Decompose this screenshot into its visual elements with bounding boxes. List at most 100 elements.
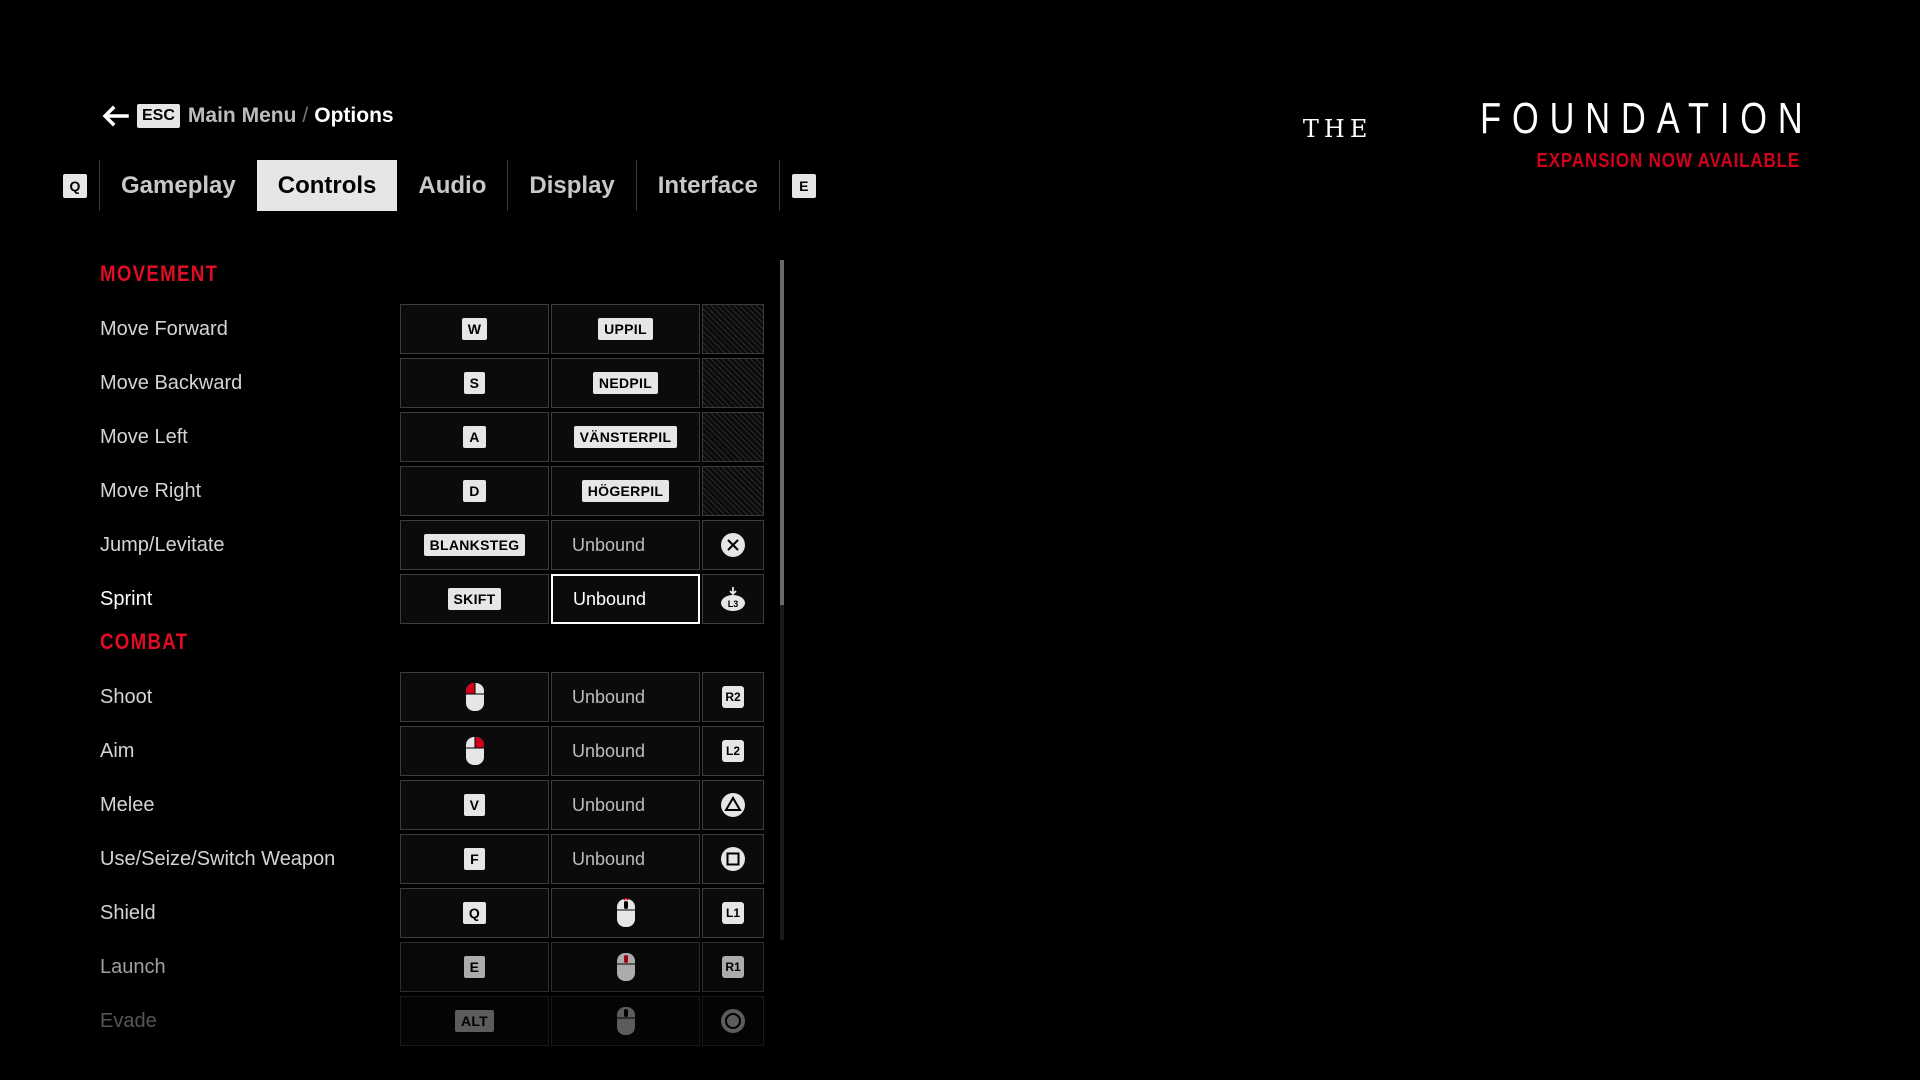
esc-key-hint: ESC <box>137 104 180 128</box>
binding-label: Move Left <box>100 425 188 448</box>
primary-binding[interactable]: SKIFT <box>400 574 549 624</box>
gamepad-binding[interactable]: R2 <box>702 672 764 722</box>
key-cap: V <box>463 794 486 816</box>
binding-label: Sprint <box>100 587 153 610</box>
binding-label: Melee <box>100 793 155 816</box>
primary-binding[interactable] <box>400 672 549 722</box>
game-logo: THE FOUNDATION EXPANSION NOW AVAILABLE <box>1302 96 1803 173</box>
logo-title: FOUNDATION <box>1480 94 1814 143</box>
mouse-left-icon <box>465 682 484 711</box>
breadcrumb-main-menu[interactable]: Main Menu <box>188 104 297 128</box>
key-cap: UPPIL <box>598 318 653 340</box>
primary-binding[interactable]: Q <box>400 888 549 938</box>
primary-binding[interactable]: D <box>400 466 549 516</box>
gamepad-binding[interactable] <box>702 996 764 1046</box>
gamepad-binding[interactable]: L3 <box>702 574 764 624</box>
l3-label: L3 <box>728 599 739 609</box>
binding-row-shoot[interactable]: Shoot Unbound R2 <box>0 672 770 722</box>
back-arrow-icon[interactable] <box>101 104 129 128</box>
binding-label: Shield <box>100 901 156 924</box>
tab-interface[interactable]: Interface <box>637 160 779 211</box>
gamepad-binding[interactable]: L2 <box>702 726 764 776</box>
secondary-binding[interactable]: Unbound <box>551 672 700 722</box>
binding-label: Move Right <box>100 479 202 502</box>
gamepad-binding-disabled <box>702 304 764 354</box>
breadcrumb-current: Options <box>314 104 394 127</box>
primary-binding[interactable]: ALT <box>400 996 549 1046</box>
gamepad-binding-disabled <box>702 358 764 408</box>
mouse-wheel-down-icon <box>616 1007 635 1035</box>
binding-row-evade[interactable]: Evade ALT <box>0 996 770 1046</box>
secondary-binding-selected[interactable]: Unbound <box>551 574 700 624</box>
section-title-movement: MOVEMENT <box>100 261 219 286</box>
prev-tab-key-hint[interactable]: Q <box>63 173 87 198</box>
secondary-binding[interactable]: UPPIL <box>551 304 700 354</box>
binding-row-shield[interactable]: Shield Q L1 <box>0 888 770 938</box>
primary-binding[interactable]: W <box>400 304 549 354</box>
gamepad-binding-disabled <box>702 466 764 516</box>
primary-binding[interactable]: S <box>400 358 549 408</box>
left-stick-press-icon: L3 <box>721 587 745 611</box>
binding-label: Jump/Levitate <box>100 533 225 556</box>
logo-the: THE <box>1302 115 1373 143</box>
tab-audio[interactable]: Audio <box>397 160 507 211</box>
binding-label: Shoot <box>100 685 153 708</box>
gamepad-binding[interactable]: L1 <box>702 888 764 938</box>
primary-binding[interactable]: BLANKSTEG <box>400 520 549 570</box>
key-cap: W <box>461 318 488 340</box>
secondary-binding[interactable]: Unbound <box>551 780 700 830</box>
secondary-binding[interactable]: NEDPIL <box>551 358 700 408</box>
section-title-combat: COMBAT <box>100 629 189 654</box>
binding-row-sprint[interactable]: Sprint SKIFT Unbound L3 <box>0 574 770 624</box>
gamepad-binding[interactable] <box>702 834 764 884</box>
mouse-right-icon <box>465 736 484 765</box>
gamepad-binding[interactable] <box>702 520 764 570</box>
tab-display[interactable]: Display <box>508 160 635 211</box>
binding-row-launch[interactable]: Launch E R1 <box>0 942 770 992</box>
binding-row-move-left[interactable]: Move Left A VÄNSTERPIL <box>0 412 770 462</box>
binding-label: Move Forward <box>100 317 228 340</box>
gamepad-binding[interactable] <box>702 780 764 830</box>
controls-scrollbar[interactable] <box>780 260 784 940</box>
mouse-wheel-click-icon <box>616 953 635 981</box>
binding-label: Move Backward <box>100 371 243 394</box>
tab-controls[interactable]: Controls <box>256 160 398 211</box>
binding-row-melee[interactable]: Melee V Unbound <box>0 780 770 830</box>
key-cap: S <box>463 372 486 394</box>
secondary-binding[interactable]: Unbound <box>551 520 700 570</box>
scrollbar-thumb[interactable] <box>780 260 784 605</box>
secondary-binding[interactable]: Unbound <box>551 726 700 776</box>
binding-row-move-right[interactable]: Move Right D HÖGERPIL <box>0 466 770 516</box>
secondary-binding[interactable] <box>551 942 700 992</box>
binding-label: Aim <box>100 739 135 762</box>
breadcrumb-separator: / <box>302 104 309 127</box>
primary-binding[interactable]: V <box>400 780 549 830</box>
key-cap: E <box>463 956 486 978</box>
primary-binding[interactable]: A <box>400 412 549 462</box>
secondary-binding[interactable] <box>551 888 700 938</box>
binding-row-use-seize-switch[interactable]: Use/Seize/Switch Weapon F Unbound <box>0 834 770 884</box>
gamepad-binding[interactable]: R1 <box>702 942 764 992</box>
key-cap: BLANKSTEG <box>423 534 526 556</box>
next-tab-key-hint[interactable]: E <box>791 173 816 198</box>
gamepad-binding-disabled <box>702 412 764 462</box>
binding-row-move-backward[interactable]: Move Backward S NEDPIL <box>0 358 770 408</box>
key-cap: ALT <box>454 1010 495 1032</box>
secondary-binding[interactable]: HÖGERPIL <box>551 466 700 516</box>
expansion-banner[interactable]: EXPANSION NOW AVAILABLE <box>1377 150 1800 173</box>
primary-binding[interactable]: F <box>400 834 549 884</box>
tab-gameplay[interactable]: Gameplay <box>100 160 257 211</box>
secondary-binding[interactable]: VÄNSTERPIL <box>551 412 700 462</box>
binding-row-aim[interactable]: Aim Unbound L2 <box>0 726 770 776</box>
key-cap: A <box>463 426 486 448</box>
binding-row-move-forward[interactable]: Move Forward W UPPIL <box>0 304 770 354</box>
primary-binding[interactable] <box>400 726 549 776</box>
key-cap: HÖGERPIL <box>581 480 670 502</box>
binding-row-jump[interactable]: Jump/Levitate BLANKSTEG Unbound <box>0 520 770 570</box>
l2-button: L2 <box>722 740 744 762</box>
r2-button: R2 <box>722 686 744 708</box>
secondary-binding[interactable]: Unbound <box>551 834 700 884</box>
breadcrumb: ESC Main Menu / Options <box>101 99 394 133</box>
primary-binding[interactable]: E <box>400 942 549 992</box>
secondary-binding[interactable] <box>551 996 700 1046</box>
